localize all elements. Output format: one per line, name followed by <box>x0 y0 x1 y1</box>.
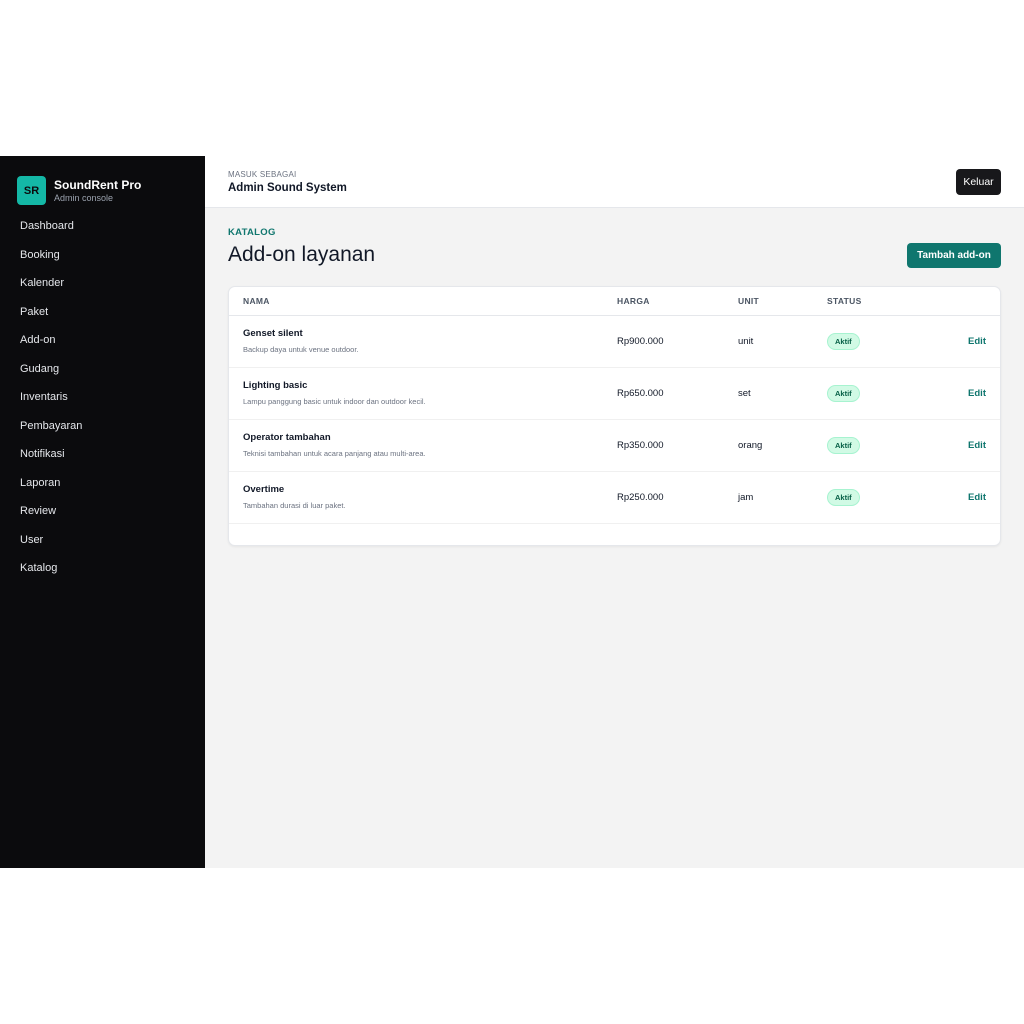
cell-unit: set <box>738 367 827 420</box>
cell-status: Aktif <box>827 419 917 472</box>
brand-logo: SR <box>17 176 46 205</box>
sidebar: SR SoundRent Pro Admin console Dashboard… <box>0 156 205 868</box>
sidebar-item-dashboard[interactable]: Dashboard <box>0 212 205 241</box>
section-eyebrow: KATALOG <box>228 227 276 238</box>
brand-text: SoundRent Pro Admin console <box>54 178 141 204</box>
cell-action: Edit <box>917 419 1000 472</box>
sidebar-item-user[interactable]: User <box>0 526 205 555</box>
cell-price: Rp250.000 <box>617 471 738 524</box>
cell-unit: orang <box>738 419 827 472</box>
table-row: Genset silent Backup daya untuk venue ou… <box>229 315 1000 368</box>
sidebar-item-katalog[interactable]: Katalog <box>0 554 205 583</box>
brand-subtitle: Admin console <box>54 192 114 203</box>
topbar: MASUK SEBAGAI Admin Sound System Keluar <box>205 156 1024 208</box>
main-content: MASUK SEBAGAI Admin Sound System Keluar … <box>205 156 1024 868</box>
cell-name: Operator tambahan Teknisi tambahan untuk… <box>229 419 617 472</box>
sidebar-item-inventaris[interactable]: Inventaris <box>0 383 205 412</box>
app-shell: SR SoundRent Pro Admin console Dashboard… <box>0 156 1024 868</box>
brand[interactable]: SR SoundRent Pro Admin console <box>0 156 205 212</box>
column-header-action <box>917 287 1000 316</box>
sidebar-item-kalender[interactable]: Kalender <box>0 269 205 298</box>
table-row: Operator tambahan Teknisi tambahan untuk… <box>229 419 1000 472</box>
current-user-name: Admin Sound System <box>228 182 347 194</box>
cell-price: Rp900.000 <box>617 315 738 368</box>
page-title: Add-on layanan <box>228 243 376 266</box>
cell-name: Genset silent Backup daya untuk venue ou… <box>229 315 617 368</box>
cell-status: Aktif <box>827 367 917 420</box>
brand-title: SoundRent Pro <box>54 177 142 192</box>
status-badge: Aktif <box>827 332 860 350</box>
sidebar-item-review[interactable]: Review <box>0 497 205 526</box>
signed-in-label: MASUK SEBAGAI <box>228 170 297 179</box>
cell-price: Rp350.000 <box>617 419 738 472</box>
item-description: Tambahan durasi di luar paket. <box>243 501 346 510</box>
column-header-status: STATUS <box>827 287 917 316</box>
column-header-price: HARGA <box>617 287 738 316</box>
cell-unit: jam <box>738 471 827 524</box>
column-header-unit: UNIT <box>738 287 827 316</box>
item-name: Operator tambahan <box>243 432 331 443</box>
table-row: Lighting basic Lampu panggung basic untu… <box>229 367 1000 420</box>
sidebar-item-notifikasi[interactable]: Notifikasi <box>0 440 205 469</box>
cell-status: Aktif <box>827 471 917 524</box>
item-description: Teknisi tambahan untuk acara panjang ata… <box>243 449 426 458</box>
sidebar-item-pembayaran[interactable]: Pembayaran <box>0 412 205 441</box>
cell-action: Edit <box>917 315 1000 368</box>
table-row: Overtime Tambahan durasi di luar paket. … <box>229 471 1000 524</box>
cell-action: Edit <box>917 367 1000 420</box>
sidebar-item-booking[interactable]: Booking <box>0 241 205 270</box>
sidebar-item-gudang[interactable]: Gudang <box>0 355 205 384</box>
column-header-name: NAMA <box>229 287 617 316</box>
sidebar-nav: Dashboard Booking Kalender Paket Add-on … <box>0 212 205 583</box>
addon-table-card: NAMA HARGA UNIT STATUS Genset silent Bac… <box>228 286 1001 546</box>
item-name: Overtime <box>243 484 285 495</box>
edit-link[interactable]: Edit <box>968 336 986 347</box>
cell-name: Lighting basic Lampu panggung basic untu… <box>229 367 617 420</box>
sidebar-item-paket[interactable]: Paket <box>0 298 205 327</box>
status-badge: Aktif <box>827 384 860 402</box>
sidebar-item-laporan[interactable]: Laporan <box>0 469 205 498</box>
item-description: Lampu panggung basic untuk indoor dan ou… <box>243 397 426 406</box>
edit-link[interactable]: Edit <box>968 388 986 399</box>
add-addon-button[interactable]: Tambah add-on <box>907 243 1001 268</box>
cell-name: Overtime Tambahan durasi di luar paket. <box>229 471 617 524</box>
logout-button[interactable]: Keluar <box>956 169 1001 195</box>
table-header-row: NAMA HARGA UNIT STATUS <box>229 287 1000 316</box>
edit-link[interactable]: Edit <box>968 492 986 503</box>
item-name: Genset silent <box>243 328 303 339</box>
addon-table: NAMA HARGA UNIT STATUS Genset silent Bac… <box>229 287 1000 524</box>
status-badge: Aktif <box>827 488 860 506</box>
sidebar-item-add-on[interactable]: Add-on <box>0 326 205 355</box>
cell-status: Aktif <box>827 315 917 368</box>
item-name: Lighting basic <box>243 380 308 391</box>
cell-price: Rp650.000 <box>617 367 738 420</box>
status-badge: Aktif <box>827 436 860 454</box>
item-description: Backup daya untuk venue outdoor. <box>243 345 359 354</box>
edit-link[interactable]: Edit <box>968 440 986 451</box>
cell-unit: unit <box>738 315 827 368</box>
cell-action: Edit <box>917 471 1000 524</box>
